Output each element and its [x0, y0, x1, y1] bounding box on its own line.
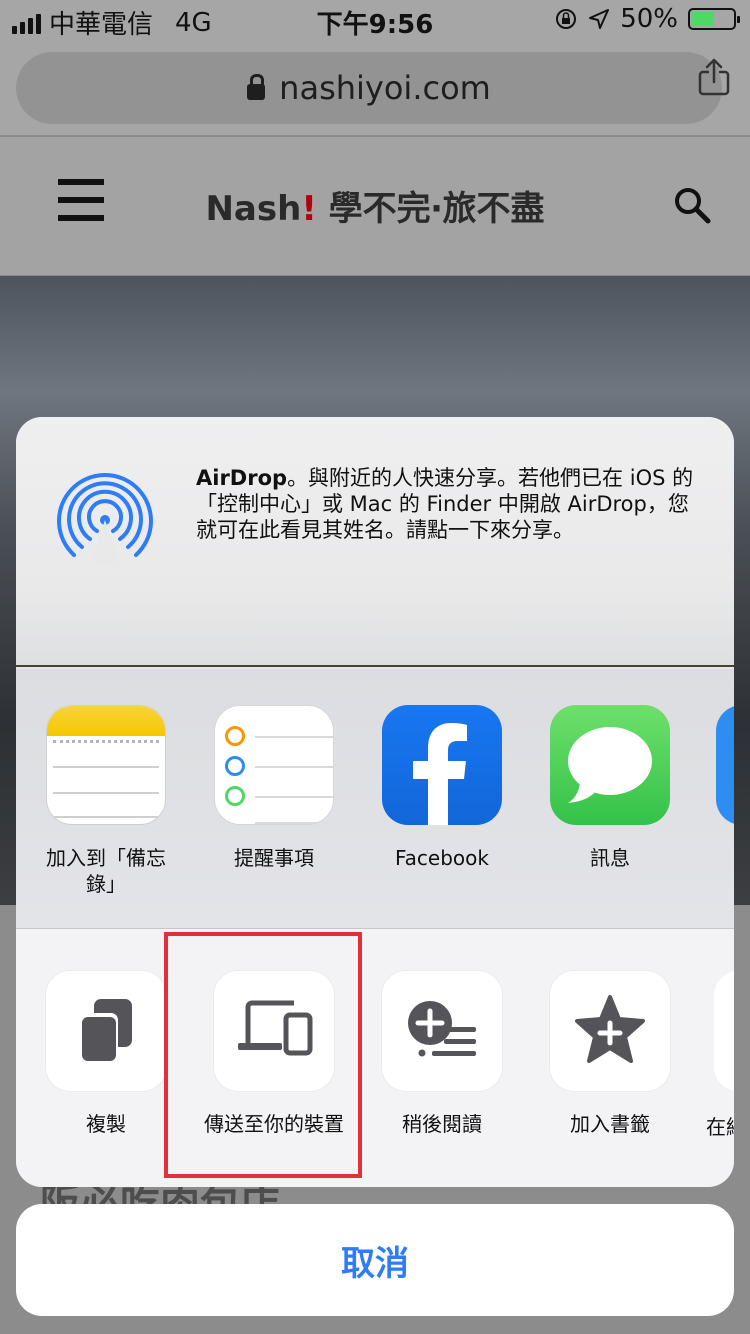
battery-icon: [688, 8, 740, 30]
battery-percent: 50%: [620, 4, 678, 34]
share-app-label: 加入到「備忘錄」: [46, 846, 166, 896]
airdrop-icon: [57, 473, 153, 565]
share-app-partial[interactable]: [716, 705, 734, 825]
share-app-label: 提醒事項: [234, 846, 314, 870]
reminders-icon: [214, 705, 334, 825]
share-app-messages[interactable]: 訊息: [540, 705, 680, 871]
share-actions-row: 複製 傳送至你的裝置 稍後閱讀 加入書籤 在: [16, 929, 734, 1187]
share-app-reminders[interactable]: 提醒事項: [204, 705, 344, 871]
share-app-label: 訊息: [590, 846, 630, 870]
messages-icon: [550, 705, 670, 825]
action-label: 複製: [86, 1112, 126, 1136]
share-sheet: AirDrop。與附近的人快速分享。若他們已在 iOS 的「控制中心」或 Mac…: [16, 417, 734, 1187]
share-icon[interactable]: [694, 56, 734, 96]
action-label: 加入書籤: [570, 1112, 650, 1136]
status-bar: 中華電信 4G 下午9:56 50%: [0, 0, 750, 40]
action-read-later[interactable]: 稍後閱讀: [372, 971, 512, 1137]
lock-icon: [247, 74, 266, 100]
action-copy[interactable]: 複製: [36, 971, 176, 1137]
cancel-button[interactable]: 取消: [16, 1204, 734, 1316]
airdrop-description: AirDrop。與附近的人快速分享。若他們已在 iOS 的「控制中心」或 Mac…: [196, 466, 694, 542]
notes-icon: [46, 705, 166, 825]
site-header: Nash! 學不完‧旅不盡: [0, 137, 750, 275]
browser-toolbar: nashiyoi.com: [0, 40, 750, 136]
orientation-lock-icon: [556, 9, 577, 29]
action-label-partial: 在網: [706, 1115, 734, 1139]
action-add-bookmark[interactable]: 加入書籤: [540, 971, 680, 1137]
search-icon[interactable]: [672, 185, 712, 225]
action-label: 稍後閱讀: [402, 1112, 482, 1136]
share-app-notes[interactable]: 加入到「備忘錄」: [36, 705, 176, 897]
url-text: nashiyoi.com: [279, 69, 491, 107]
share-app-label: Facebook: [395, 846, 489, 870]
bookmark-star-icon: [550, 971, 670, 1091]
location-icon: [589, 9, 610, 29]
address-bar[interactable]: nashiyoi.com: [16, 52, 722, 124]
share-app-facebook[interactable]: Facebook: [372, 705, 512, 871]
site-title[interactable]: Nash! 學不完‧旅不盡: [0, 181, 750, 230]
reading-list-icon: [382, 971, 502, 1091]
action-partial[interactable]: [714, 971, 734, 1091]
highlight-box: [164, 932, 362, 1178]
facebook-icon: [382, 705, 502, 825]
share-apps-row: 加入到「備忘錄」 提醒事項 Facebook 訊息: [16, 669, 734, 929]
airdrop-section[interactable]: AirDrop。與附近的人快速分享。若他們已在 iOS 的「控制中心」或 Mac…: [16, 417, 734, 667]
copy-icon: [46, 971, 166, 1091]
